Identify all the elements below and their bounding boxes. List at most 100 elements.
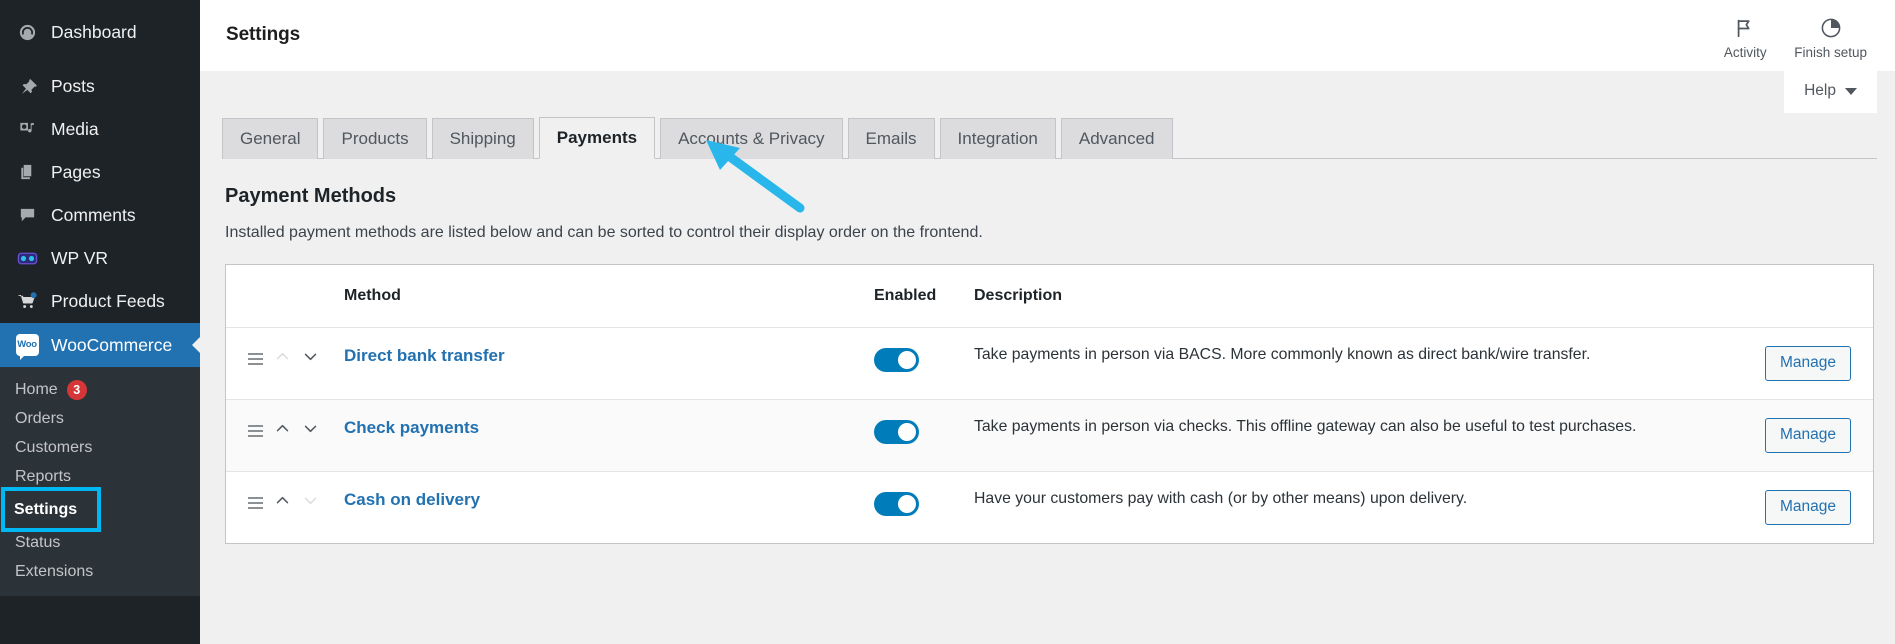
row-enabled-cell — [874, 327, 974, 401]
payment-method-link[interactable]: Cash on delivery — [344, 490, 480, 509]
help-dropdown-wrap: Help — [1784, 71, 1877, 113]
row-method-cell: Cash on delivery — [344, 471, 874, 544]
sidebar-item-label: Home — [15, 380, 58, 398]
sidebar-item-label: Dashboard — [51, 22, 137, 42]
payment-methods-table: Method Enabled Description Direct bank t… — [226, 265, 1873, 544]
sidebar-item-label: Media — [51, 119, 99, 139]
table-header-row: Method Enabled Description — [226, 265, 1873, 329]
tab-products[interactable]: Products — [323, 118, 427, 160]
sidebar-item-label: Reports — [15, 467, 72, 485]
tab-accounts-privacy[interactable]: Accounts & Privacy — [660, 118, 843, 160]
column-enabled: Enabled — [874, 265, 974, 329]
sidebar-item-wp-vr[interactable]: WP VR — [0, 237, 200, 280]
column-description: Description — [974, 265, 1723, 329]
row-action-cell: Manage — [1723, 471, 1873, 544]
sidebar-item-extensions[interactable]: Extensions — [0, 557, 200, 586]
column-actions — [1723, 265, 1873, 329]
payment-method-link[interactable]: Check payments — [344, 418, 479, 437]
woocommerce-icon: Woo — [15, 333, 39, 360]
row-action-cell: Manage — [1723, 399, 1873, 473]
tab-label: Accounts & Privacy — [678, 129, 825, 148]
row-method-cell: Direct bank transfer — [344, 327, 874, 401]
sort-controls — [248, 490, 334, 514]
sidebar-item-home[interactable]: Home 3 — [0, 375, 200, 404]
sidebar-item-label: Product Feeds — [51, 291, 165, 311]
manage-button[interactable]: Manage — [1764, 490, 1851, 526]
home-count-badge: 3 — [66, 379, 87, 400]
progress-pie-icon — [1820, 15, 1842, 41]
sidebar-item-status[interactable]: Status — [0, 528, 200, 557]
sidebar-item-orders[interactable]: Orders — [0, 404, 200, 433]
row-sort-cell — [226, 471, 344, 544]
enabled-toggle[interactable] — [874, 348, 919, 373]
sidebar-item-label: WP VR — [51, 248, 109, 268]
sidebar-item-posts[interactable]: Posts — [0, 65, 200, 108]
finish-setup-label: Finish setup — [1794, 44, 1867, 60]
row-sort-cell — [226, 399, 344, 473]
drag-handle-icon[interactable] — [248, 497, 263, 510]
sidebar-item-woocommerce[interactable]: Woo WooCommerce — [0, 323, 200, 367]
sidebar-item-label: Orders — [15, 409, 64, 427]
tab-payments[interactable]: Payments — [538, 117, 656, 160]
sidebar-item-product-feeds[interactable]: Product Feeds — [0, 280, 200, 323]
table-row: Check payments Take payments in person v… — [226, 399, 1873, 473]
section-title: Payment Methods — [225, 185, 397, 208]
tab-advanced[interactable]: Advanced — [1060, 118, 1173, 160]
column-method: Method — [344, 265, 874, 329]
finish-setup-button[interactable]: Finish setup — [1784, 11, 1877, 60]
help-label: Help — [1804, 82, 1836, 99]
row-method-cell: Check payments — [344, 399, 874, 473]
woocommerce-header: Settings Activity Finish setup — [200, 0, 1895, 71]
sidebar-item-media[interactable]: Media — [0, 108, 200, 151]
tab-label: Products — [341, 129, 409, 148]
woo-badge: Woo — [15, 334, 39, 360]
media-icon — [15, 118, 39, 142]
sort-controls — [248, 346, 334, 370]
payment-method-link[interactable]: Direct bank transfer — [344, 346, 505, 365]
tab-shipping[interactable]: Shipping — [431, 118, 534, 160]
drag-handle-icon[interactable] — [248, 353, 263, 366]
woocommerce-submenu: Home 3 Orders Customers Reports Settings… — [0, 367, 200, 596]
table-row: Direct bank transfer Take payments in pe… — [226, 327, 1873, 401]
payment-methods-panel: Method Enabled Description Direct bank t… — [225, 264, 1874, 545]
tab-label: Shipping — [449, 129, 516, 148]
row-enabled-cell — [874, 471, 974, 544]
help-dropdown-button[interactable]: Help — [1784, 71, 1877, 113]
comment-icon — [15, 204, 39, 228]
tab-emails[interactable]: Emails — [847, 118, 935, 160]
sidebar-item-comments[interactable]: Comments — [0, 194, 200, 237]
sidebar-item-settings[interactable]: Settings — [1, 487, 101, 532]
admin-sidebar: Dashboard Posts Media Pages Comments WP … — [0, 0, 200, 644]
section-description: Installed payment methods are listed bel… — [225, 224, 983, 242]
sidebar-top-spacer — [0, 0, 200, 11]
tab-label: Emails — [865, 129, 917, 148]
sidebar-item-pages[interactable]: Pages — [0, 151, 200, 194]
table-head: Method Enabled Description — [226, 265, 1873, 329]
activity-button[interactable]: Activity — [1706, 11, 1784, 60]
move-down-icon[interactable] — [302, 492, 319, 514]
move-up-icon[interactable] — [274, 420, 291, 442]
activity-label: Activity — [1723, 44, 1767, 60]
row-enabled-cell — [874, 399, 974, 473]
pin-icon — [15, 75, 39, 99]
sidebar-item-customers[interactable]: Customers — [0, 433, 200, 462]
move-down-icon[interactable] — [302, 420, 319, 442]
sidebar-item-label: Extensions — [15, 562, 94, 580]
settings-content: General Products Shipping Payments Accou… — [200, 71, 1895, 545]
enabled-toggle[interactable] — [874, 492, 919, 517]
manage-button[interactable]: Manage — [1764, 418, 1851, 454]
move-down-icon[interactable] — [302, 348, 319, 370]
drag-handle-icon[interactable] — [248, 425, 263, 438]
tab-integration[interactable]: Integration — [939, 118, 1056, 160]
sidebar-item-dashboard[interactable]: Dashboard — [0, 11, 200, 54]
enabled-toggle[interactable] — [874, 420, 919, 445]
move-up-icon[interactable] — [274, 492, 291, 514]
move-up-icon[interactable] — [274, 348, 291, 370]
tab-label: Payments — [556, 128, 638, 147]
vr-goggles-icon — [15, 247, 39, 271]
tab-label: Integration — [957, 129, 1038, 148]
manage-button[interactable]: Manage — [1764, 346, 1851, 382]
sidebar-item-reports[interactable]: Reports — [0, 462, 200, 491]
tab-general[interactable]: General — [222, 118, 319, 160]
sidebar-item-label: Status — [15, 533, 61, 551]
